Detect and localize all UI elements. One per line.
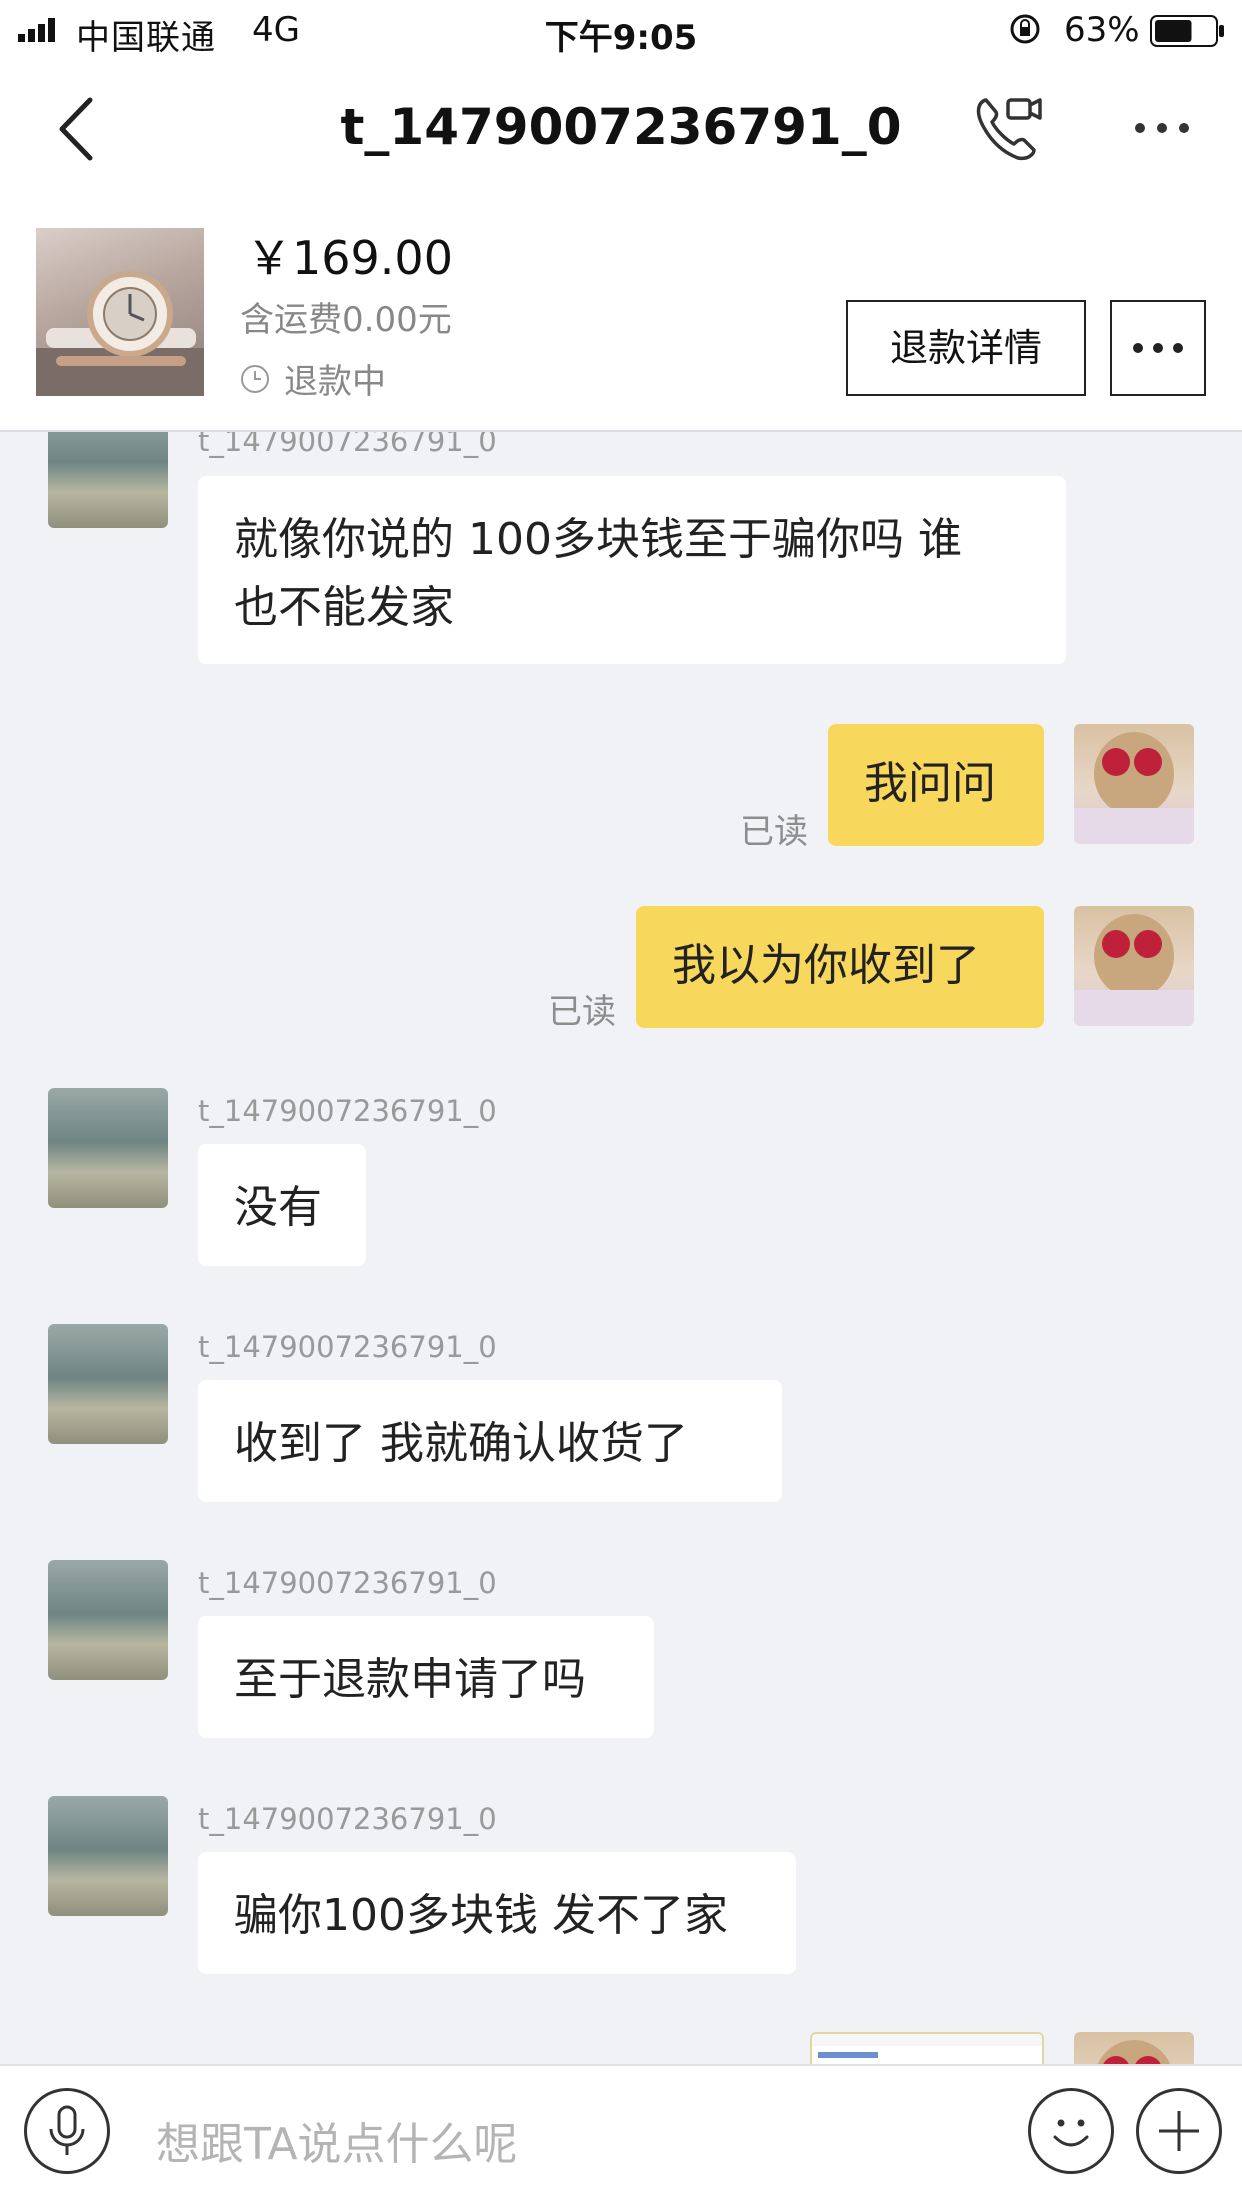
my-avatar[interactable] [1074, 724, 1194, 844]
plus-icon [1159, 2111, 1199, 2151]
message-line: 收到了 我就确认收货了 [234, 1418, 688, 1469]
emoji-button[interactable] [1028, 2088, 1114, 2174]
message-bubble[interactable]: 骗你100多块钱 发不了家 [198, 1852, 796, 1974]
message-line: 也不能发家 [234, 582, 454, 633]
contact-avatar[interactable] [48, 1560, 168, 1680]
order-price: ￥169.00 [246, 231, 453, 285]
message-line: 至于退款申请了吗 [234, 1654, 586, 1705]
message-bubble[interactable]: 至于退款申请了吗 [198, 1616, 654, 1738]
contact-avatar[interactable] [48, 1088, 168, 1208]
refund-details-button[interactable]: 退款详情 [846, 300, 1086, 396]
microphone-icon [49, 2105, 85, 2155]
input-bar: 想跟TA说点什么呢 [0, 2064, 1242, 2208]
message-bubble[interactable]: 没有 [198, 1144, 366, 1266]
message-bubble[interactable]: 我问问 [828, 724, 1044, 846]
message-line: 就像你说的 100多块钱至于骗你吗 谁 [234, 514, 962, 565]
navigation-bar: t_1479007236791_0 [0, 62, 1242, 192]
more-actions-button[interactable] [1136, 2088, 1222, 2174]
message-bubble[interactable]: 我以为你收到了 [636, 906, 1044, 1028]
more-icon [1133, 343, 1183, 353]
status-bar: 中国联通 4G 下午9:05 63% [0, 0, 1242, 62]
message-bubble[interactable]: 收到了 我就确认收货了 [198, 1380, 782, 1502]
sender-name: t_1479007236791_0 [198, 1094, 497, 1128]
sender-name: t_1479007236791_0 [198, 1802, 497, 1836]
order-status-text: 退款中 [284, 362, 386, 402]
screenshot-preview-image [812, 2034, 1042, 2058]
read-receipt: 已读 [740, 812, 808, 852]
message-line: 骗你100多块钱 发不了家 [234, 1890, 728, 1941]
avatar-image [1097, 2040, 1171, 2064]
battery-percent: 63% [1064, 10, 1140, 50]
watch-image [36, 271, 204, 396]
order-card: ￥169.00 含运费0.00元 退款中 退款详情 [0, 192, 1242, 432]
message-line: 没有 [234, 1182, 322, 1233]
avatar-image [1074, 914, 1194, 1026]
sender-name: t_1479007236791_0 [198, 1566, 497, 1600]
shipping-fee: 含运费0.00元 [240, 300, 452, 340]
image-message-thumbnail[interactable] [810, 2032, 1044, 2064]
order-more-button[interactable] [1110, 300, 1206, 396]
sender-name: t_1479007236791_0 [198, 432, 497, 458]
contact-avatar[interactable] [48, 1796, 168, 1916]
read-receipt: 已读 [548, 992, 616, 1032]
message-input[interactable]: 想跟TA说点什么呢 [156, 2108, 518, 2172]
avatar-image [1074, 732, 1194, 844]
rotation-lock-icon [1010, 14, 1040, 44]
clock-time: 下午9:05 [544, 18, 698, 58]
more-icon[interactable] [1130, 118, 1234, 138]
video-call-icon[interactable] [972, 92, 1044, 162]
contact-avatar[interactable] [48, 1324, 168, 1444]
battery-icon [1150, 15, 1224, 47]
contact-avatar[interactable] [48, 432, 168, 528]
my-avatar[interactable] [1074, 906, 1194, 1026]
clock-icon [241, 364, 269, 393]
order-status: 退款中 [240, 354, 386, 403]
message-list[interactable]: t_1479007236791_0 就像你说的 100多块钱至于骗你吗 谁 也不… [0, 432, 1242, 2064]
voice-button[interactable] [24, 2088, 110, 2174]
product-thumbnail[interactable] [36, 228, 204, 396]
chat-title: t_1479007236791_0 [340, 98, 902, 156]
my-avatar[interactable] [1074, 2032, 1194, 2064]
message-bubble[interactable]: 就像你说的 100多块钱至于骗你吗 谁 也不能发家 [198, 476, 1066, 664]
sender-name: t_1479007236791_0 [198, 1330, 497, 1364]
smiley-icon [1053, 2119, 1089, 2147]
